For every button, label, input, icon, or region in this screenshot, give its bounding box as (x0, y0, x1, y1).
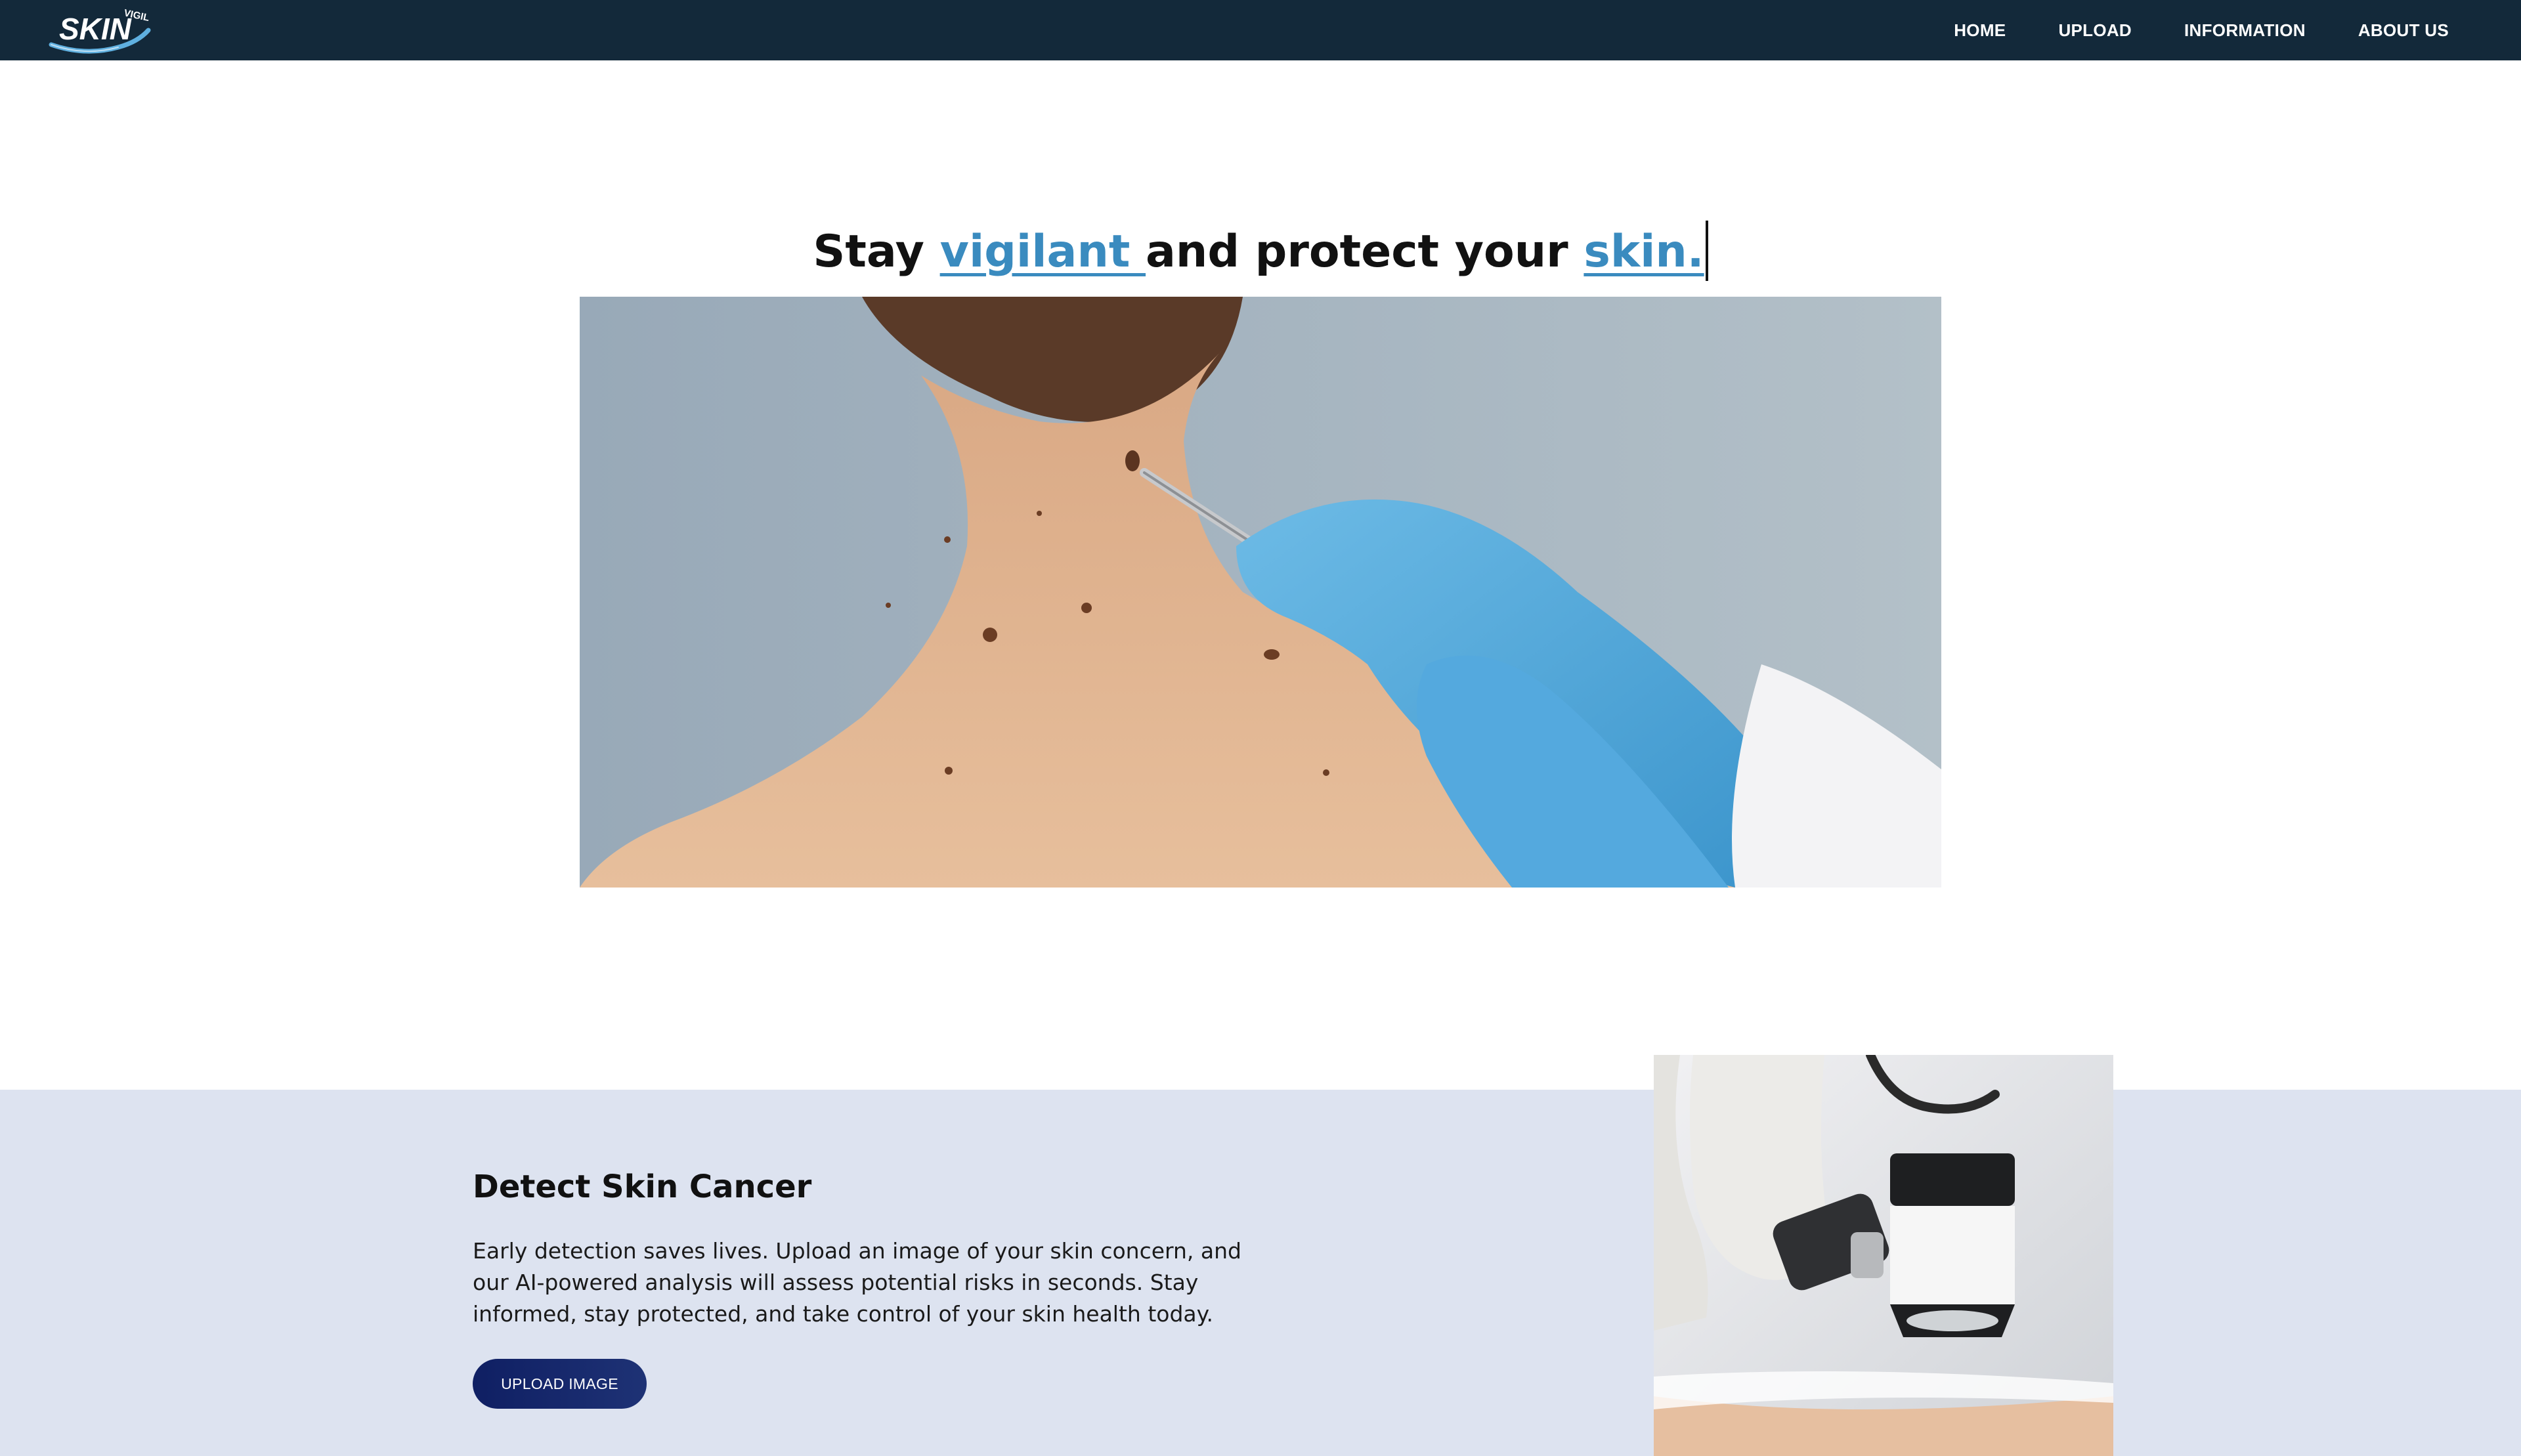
nav-home-link[interactable]: HOME (1954, 20, 2006, 41)
detect-title: Detect Skin Cancer (473, 1168, 812, 1205)
nav-upload-link[interactable]: UPLOAD (2058, 20, 2132, 41)
svg-text:SKIN: SKIN (59, 12, 132, 46)
dermatoscope-exam-icon (1654, 1055, 2113, 1456)
typing-caret (1705, 220, 1708, 281)
nav-information-link[interactable]: INFORMATION (2184, 20, 2306, 41)
dermatologist-examining-moles-icon (580, 297, 1941, 888)
skinvigil-logo[interactable]: VIGIL SKIN (46, 1, 158, 59)
hero-image (580, 297, 1941, 888)
hero-highlight-skin: skin. (1584, 225, 1704, 278)
detect-description: Early detection saves lives. Upload an i… (473, 1238, 1241, 1327)
nav-about-us-link[interactable]: ABOUT US (2358, 20, 2449, 41)
detect-image (1654, 1055, 2113, 1456)
hero-heading-part2: and protect your (1146, 225, 1584, 278)
main-nav: HOME UPLOAD INFORMATION ABOUT US (1954, 0, 2449, 60)
upload-image-button[interactable]: UPLOAD IMAGE (473, 1359, 647, 1409)
hero-heading: Stay vigilant and protect your skin. (0, 213, 2521, 291)
hero-highlight-vigilant: vigilant (939, 225, 1146, 278)
top-navbar: VIGIL SKIN HOME UPLOAD INFORMATION ABOUT… (0, 0, 2521, 60)
logo-mark-icon: VIGIL SKIN (49, 7, 151, 54)
hero-heading-part1: Stay (813, 225, 940, 278)
